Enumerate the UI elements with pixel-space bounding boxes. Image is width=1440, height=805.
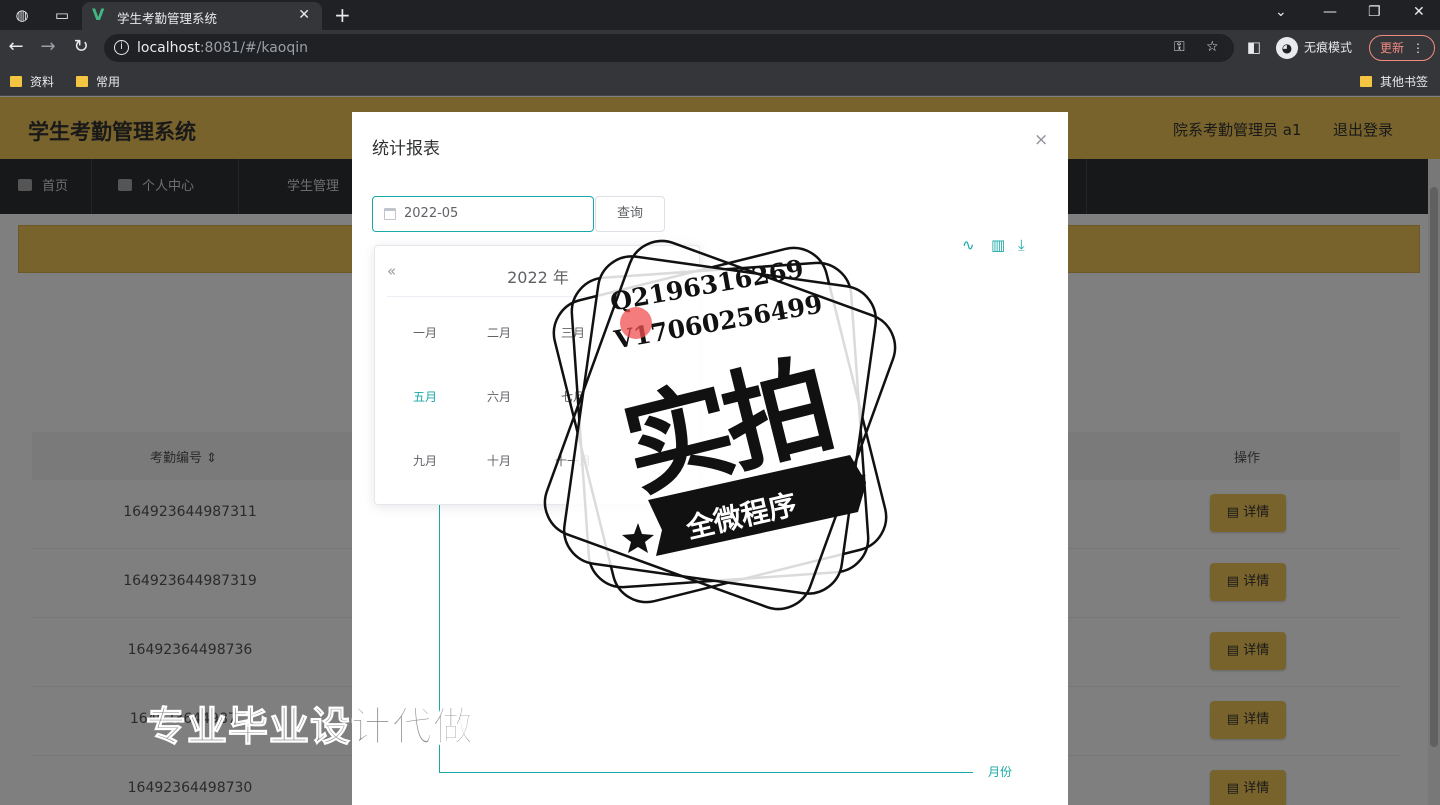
folder-icon bbox=[10, 76, 22, 87]
calendar-icon bbox=[384, 208, 396, 220]
tab-list-icon[interactable]: ▭ bbox=[52, 5, 72, 25]
folder-icon bbox=[76, 76, 88, 87]
tab-search-icon[interactable]: ⌄ bbox=[1275, 4, 1287, 20]
chart-x-axis bbox=[439, 772, 973, 773]
key-icon[interactable]: ⚿ bbox=[1174, 39, 1185, 55]
month-picker-input[interactable]: 2022-05 bbox=[372, 196, 594, 232]
back-icon[interactable]: ← bbox=[5, 36, 27, 58]
month-cell[interactable]: 一月 bbox=[395, 324, 455, 341]
reload-icon[interactable]: ↻ bbox=[70, 36, 92, 58]
watermark-bottom-text: 专业毕业设计代做 bbox=[146, 704, 474, 751]
bookmarks-bar: 资料 常用 其他书签 bbox=[0, 66, 1440, 96]
picker-year[interactable]: 2022 年 bbox=[375, 264, 701, 288]
month-picker-panel: « 2022 年 » 一月 二月 三月 五月 六月 七月 九月 十月 十一月 bbox=[374, 245, 700, 505]
address-bar[interactable]: i localhost:8081/#/kaoqin ⚿ ☆ bbox=[104, 34, 1234, 62]
query-button[interactable]: 查询 bbox=[595, 196, 665, 232]
side-panel-icon[interactable]: ◧ bbox=[1243, 36, 1265, 58]
month-cell-selected[interactable]: 五月 bbox=[395, 388, 455, 405]
url-text: localhost:8081/#/kaoqin bbox=[137, 40, 309, 56]
month-cell[interactable]: 九月 bbox=[395, 452, 455, 469]
menu-icon[interactable]: ⋮ bbox=[1412, 36, 1424, 60]
other-bookmarks[interactable]: 其他书签 bbox=[1360, 73, 1428, 90]
browser-tab-bar: ◍ ▭ V 学生考勤管理系统 ✕ + ⌄ — ❐ ✕ bbox=[0, 0, 1440, 30]
update-button[interactable]: 更新 ⋮ bbox=[1369, 35, 1435, 61]
month-cell[interactable]: 三月 bbox=[543, 324, 603, 341]
globe-icon[interactable]: ◍ bbox=[12, 5, 32, 25]
month-cell[interactable]: 十月 bbox=[469, 452, 529, 469]
close-icon[interactable]: × bbox=[1034, 130, 1048, 150]
minimize-icon[interactable]: — bbox=[1323, 4, 1337, 20]
browser-toolbar: ← → ↻ i localhost:8081/#/kaoqin ⚿ ☆ ◧ ◕ 无… bbox=[0, 30, 1440, 66]
vue-logo-icon: V bbox=[92, 5, 105, 24]
incognito-icon: ◕ bbox=[1276, 37, 1298, 59]
close-tab-icon[interactable]: ✕ bbox=[298, 7, 310, 23]
forward-icon[interactable]: → bbox=[37, 36, 59, 58]
month-cell[interactable]: 二月 bbox=[469, 324, 529, 341]
dialog-title: 统计报表 bbox=[372, 139, 440, 159]
month-cell[interactable]: 七月 bbox=[543, 388, 603, 405]
star-icon[interactable]: ☆ bbox=[1206, 39, 1219, 55]
x-axis-label: 月份 bbox=[988, 765, 1013, 779]
restore-icon[interactable]: ❐ bbox=[1368, 4, 1381, 20]
browser-tab[interactable]: V 学生考勤管理系统 ✕ bbox=[82, 2, 322, 30]
month-value: 2022-05 bbox=[404, 206, 459, 221]
tab-title: 学生考勤管理系统 bbox=[117, 11, 218, 26]
month-cell[interactable]: 十一月 bbox=[543, 452, 603, 469]
new-tab-icon[interactable]: + bbox=[334, 3, 351, 27]
next-year-icon[interactable]: » bbox=[678, 262, 687, 280]
month-cell[interactable]: 六月 bbox=[469, 388, 529, 405]
incognito-indicator[interactable]: ◕ 无痕模式 bbox=[1276, 37, 1352, 59]
bookmark-folder[interactable]: 资料 bbox=[10, 73, 54, 90]
info-icon[interactable]: i bbox=[114, 40, 129, 55]
download-icon[interactable]: ⤓ bbox=[1018, 236, 1025, 254]
folder-icon bbox=[1360, 76, 1372, 87]
mouse-cursor-highlight bbox=[620, 307, 652, 339]
bar-chart-icon[interactable]: ▥ bbox=[991, 236, 1005, 254]
window-close-icon[interactable]: ✕ bbox=[1413, 4, 1425, 20]
picker-divider bbox=[387, 296, 689, 297]
line-chart-icon[interactable]: ∿ bbox=[962, 236, 975, 254]
bookmark-folder[interactable]: 常用 bbox=[76, 73, 120, 90]
